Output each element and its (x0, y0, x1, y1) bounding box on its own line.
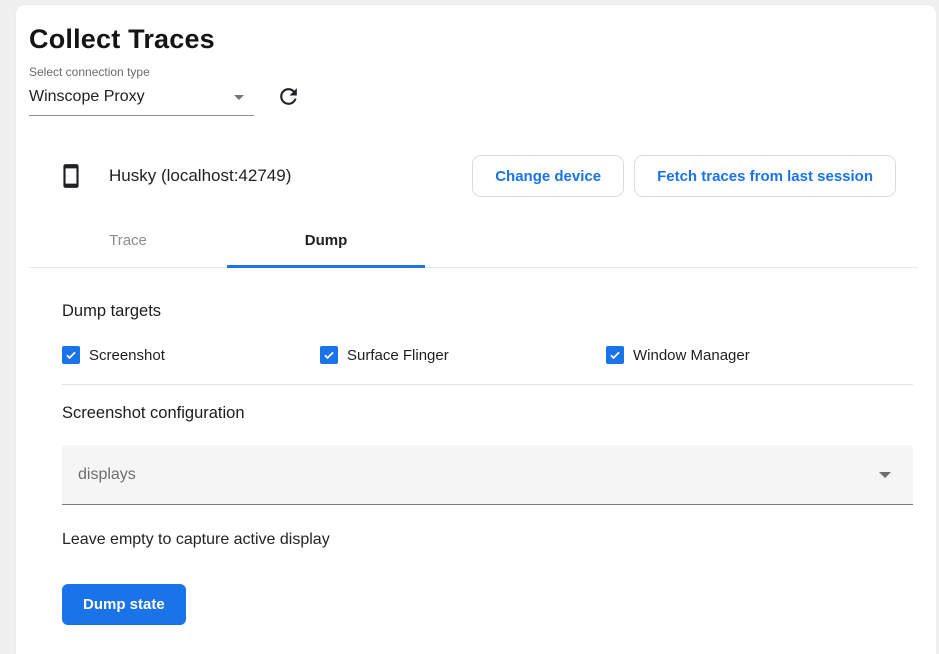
checkbox-checked-icon (62, 346, 80, 364)
screenshot-config-heading: Screenshot configuration (62, 403, 913, 424)
tab-trace-label: Trace (109, 232, 147, 249)
page-title: Collect Traces (29, 23, 936, 55)
device-buttons: Change device Fetch traces from last ses… (462, 155, 896, 197)
caret-down-icon (234, 95, 244, 100)
dump-targets-row: Screenshot Surface Flinger Window Manage… (62, 345, 913, 365)
connection-row: Winscope Proxy (29, 79, 936, 116)
displays-hint: Leave empty to capture active display (62, 530, 913, 550)
connection-type-value: Winscope Proxy (29, 88, 145, 105)
dump-targets-heading: Dump targets (62, 301, 913, 322)
caret-down-icon (879, 472, 891, 478)
fetch-traces-button[interactable]: Fetch traces from last session (634, 155, 896, 197)
smartphone-icon (58, 162, 84, 190)
active-tab-indicator (227, 265, 425, 268)
device-row: Husky (localhost:42749) Change device Fe… (29, 152, 936, 200)
checkbox-window-manager[interactable]: Window Manager (606, 346, 750, 364)
dump-tab-panel: Dump targets Screenshot Surface Flinger (62, 301, 913, 625)
displays-select[interactable]: displays (62, 445, 913, 505)
connection-type-label: Select connection type (29, 65, 936, 79)
change-device-button[interactable]: Change device (472, 155, 624, 197)
checkbox-checked-icon (606, 346, 624, 364)
checkbox-screenshot-label: Screenshot (89, 347, 165, 364)
dump-state-button[interactable]: Dump state (62, 584, 186, 625)
section-divider (62, 384, 913, 385)
refresh-icon (276, 84, 301, 112)
tab-dump[interactable]: Dump (227, 214, 425, 267)
displays-select-value: displays (78, 466, 136, 484)
checkbox-checked-icon (320, 346, 338, 364)
device-name: Husky (localhost:42749) (109, 166, 291, 186)
connection-type-select[interactable]: Winscope Proxy (29, 79, 254, 116)
checkbox-window-manager-label: Window Manager (633, 347, 750, 364)
collect-traces-card: Collect Traces Select connection type Wi… (15, 4, 937, 654)
checkbox-surface-flinger[interactable]: Surface Flinger (320, 346, 606, 364)
tab-dump-label: Dump (305, 232, 348, 249)
checkbox-surface-flinger-label: Surface Flinger (347, 347, 449, 364)
tab-bar: Trace Dump (29, 214, 918, 268)
refresh-connection-button[interactable] (270, 80, 306, 116)
checkbox-screenshot[interactable]: Screenshot (62, 346, 320, 364)
tab-trace[interactable]: Trace (29, 214, 227, 267)
